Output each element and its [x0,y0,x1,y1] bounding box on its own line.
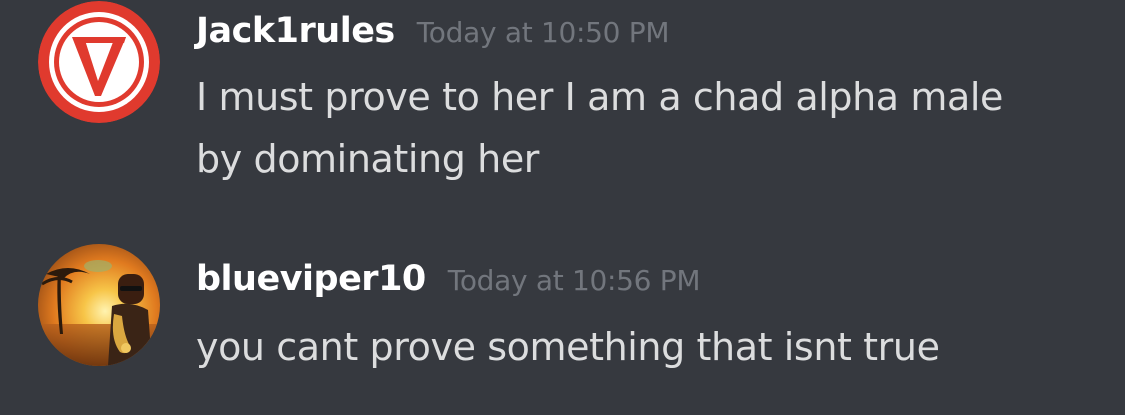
message-text: I must prove to her I am a chad alpha ma… [196,75,1004,119]
red-v-logo-icon [38,1,160,123]
username[interactable]: blueviper10 [196,259,426,299]
timestamp: Today at 10:50 PM [416,16,670,49]
message-content: I must prove to her I am a chad alpha ma… [196,66,1096,190]
message-content: you cant prove something that isnt true [196,316,1096,378]
message-text: by dominating her [196,137,540,181]
message-text: you cant prove something that isnt true [196,325,940,369]
avatar[interactable] [38,244,160,366]
message-header: blueviper10 Today at 10:56 PM [196,256,701,308]
message-header: Jack1rules Today at 10:50 PM [196,8,670,60]
sunset-saxophone-photo-icon [38,244,160,366]
timestamp: Today at 10:56 PM [447,264,701,297]
username[interactable]: Jack1rules [196,11,395,51]
avatar[interactable] [38,1,160,123]
